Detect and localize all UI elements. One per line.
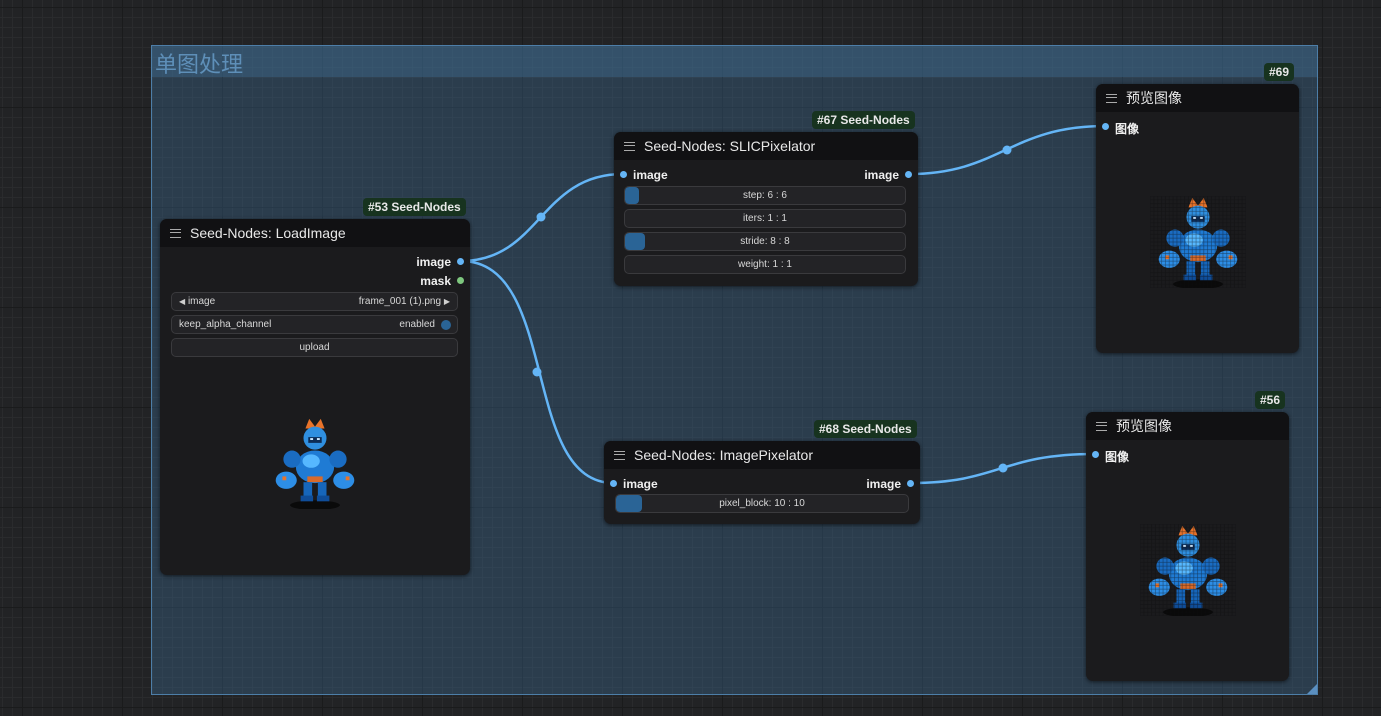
- upload-label: upload: [299, 342, 330, 353]
- node-badge: #67 Seed-Nodes: [812, 111, 915, 129]
- slider-widget[interactable]: iters: 1 : 1: [624, 209, 906, 228]
- group-title-bar[interactable]: 单图处理: [152, 46, 1317, 78]
- slider-label: weight: 1 : 1: [738, 259, 792, 270]
- arrow-left-icon[interactable]: ◀: [179, 297, 185, 306]
- node-title: 预览图像: [1126, 90, 1182, 106]
- robot-sprite-image: [275, 418, 355, 509]
- image-select-widget[interactable]: ◀ image frame_001 (1).png ▶: [171, 292, 458, 311]
- widget-label: image: [187, 296, 216, 307]
- menu-icon[interactable]: [614, 450, 625, 460]
- slider-widget[interactable]: weight: 1 : 1: [624, 255, 906, 274]
- input-slot-label: 图像: [1115, 122, 1140, 136]
- node-title: 预览图像: [1116, 418, 1172, 434]
- slider-widget[interactable]: step: 6 : 6: [624, 186, 906, 205]
- group-resize-handle[interactable]: [1307, 684, 1317, 694]
- slider-label: stride: 8 : 8: [740, 236, 790, 247]
- output-slot-image[interactable]: [457, 258, 464, 265]
- node-slic-pixelator[interactable]: Seed-Nodes: SLICPixelator image image st…: [614, 132, 918, 286]
- node-header[interactable]: Seed-Nodes: ImagePixelator: [604, 441, 920, 469]
- input-slot-image[interactable]: [620, 171, 627, 178]
- output-slot-label: image: [864, 168, 899, 182]
- menu-icon[interactable]: [624, 141, 635, 151]
- keep-alpha-toggle[interactable]: keep_alpha_channel enabled: [171, 315, 458, 334]
- slider-label: step: 6 : 6: [743, 190, 787, 201]
- input-slot-image[interactable]: [1102, 123, 1109, 130]
- widget-value: enabled: [399, 319, 435, 330]
- node-header[interactable]: 预览图像: [1086, 412, 1289, 440]
- slider-label: pixel_block: 10 : 10: [719, 498, 805, 509]
- arrow-right-icon[interactable]: ▶: [444, 297, 450, 306]
- node-badge: #56: [1255, 391, 1286, 409]
- group-title: 单图处理: [155, 53, 244, 78]
- node-preview-56[interactable]: 预览图像 图像: [1086, 412, 1289, 681]
- node-load-image[interactable]: Seed-Nodes: LoadImage image mask ◀ image…: [160, 219, 470, 575]
- output-slot-image[interactable]: [907, 480, 914, 487]
- upload-button[interactable]: upload: [171, 338, 458, 357]
- node-title: Seed-Nodes: LoadImage: [190, 225, 346, 241]
- output-slot-image[interactable]: [905, 171, 912, 178]
- node-header[interactable]: Seed-Nodes: SLICPixelator: [614, 132, 918, 160]
- widget-value: frame_001 (1).png: [358, 296, 442, 307]
- node-badge: #53 Seed-Nodes: [363, 198, 466, 216]
- node-header[interactable]: 预览图像: [1096, 84, 1299, 112]
- node-header[interactable]: Seed-Nodes: LoadImage: [160, 219, 470, 247]
- toggle-dot-icon: [441, 320, 451, 330]
- robot-sprite-image: [1150, 196, 1246, 288]
- input-slot-label: 图像: [1105, 450, 1130, 464]
- slider-widget[interactable]: stride: 8 : 8: [624, 232, 906, 251]
- input-slot-image[interactable]: [610, 480, 617, 487]
- input-slot-image[interactable]: [1092, 451, 1099, 458]
- menu-icon[interactable]: [170, 228, 181, 238]
- menu-icon[interactable]: [1106, 93, 1117, 103]
- node-image-pixelator[interactable]: Seed-Nodes: ImagePixelator image image p…: [604, 441, 920, 524]
- output-slot-label: image: [866, 477, 901, 491]
- output-slot-label: mask: [420, 274, 451, 288]
- widget-label: keep_alpha_channel: [179, 319, 272, 330]
- node-badge: #68 Seed-Nodes: [814, 420, 917, 438]
- input-slot-label: image: [623, 477, 658, 491]
- node-badge: #69: [1264, 63, 1295, 81]
- slider-widget[interactable]: pixel_block: 10 : 10: [615, 494, 909, 513]
- node-title: Seed-Nodes: SLICPixelator: [644, 138, 816, 154]
- menu-icon[interactable]: [1096, 421, 1107, 431]
- node-preview-69[interactable]: 预览图像 图像: [1096, 84, 1299, 353]
- robot-sprite-image: [1140, 524, 1236, 616]
- output-slot-label: image: [416, 255, 451, 269]
- input-slot-label: image: [633, 168, 668, 182]
- slider-label: iters: 1 : 1: [743, 213, 787, 224]
- output-slot-mask[interactable]: [457, 277, 464, 284]
- node-title: Seed-Nodes: ImagePixelator: [634, 447, 813, 463]
